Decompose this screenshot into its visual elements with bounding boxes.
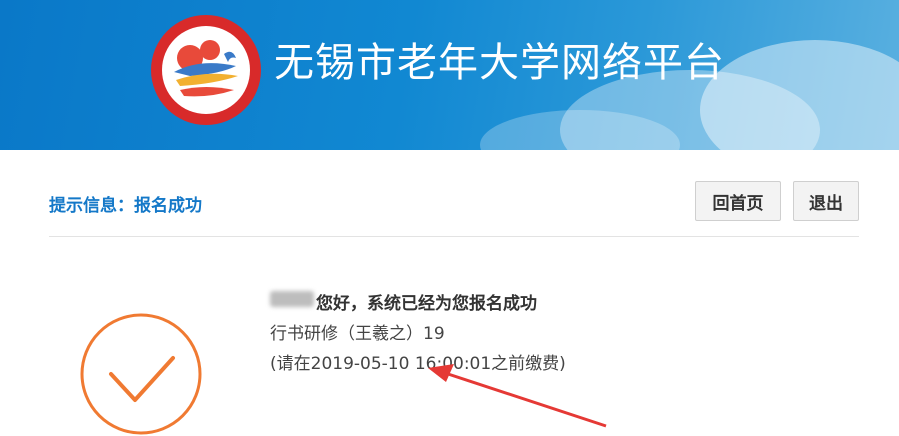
exit-button[interactable]: 退出 [793, 181, 859, 221]
site-title: 无锡市老年大学网络平台 [274, 40, 725, 86]
info-label: 提示信息：报名成功 [49, 196, 202, 216]
check-circle-icon [80, 313, 202, 435]
university-logo [151, 15, 261, 125]
home-button[interactable]: 回首页 [695, 181, 781, 221]
course-name: 行书研修（王羲之）19 [270, 324, 445, 344]
redacted-name [270, 291, 314, 307]
cloud-decoration [700, 40, 899, 150]
divider [49, 236, 859, 237]
success-message: 您好，系统已经为您报名成功 [316, 294, 537, 314]
header-banner: 无锡市老年大学网络平台 [0, 0, 899, 150]
annotation-arrow-icon [428, 364, 607, 428]
